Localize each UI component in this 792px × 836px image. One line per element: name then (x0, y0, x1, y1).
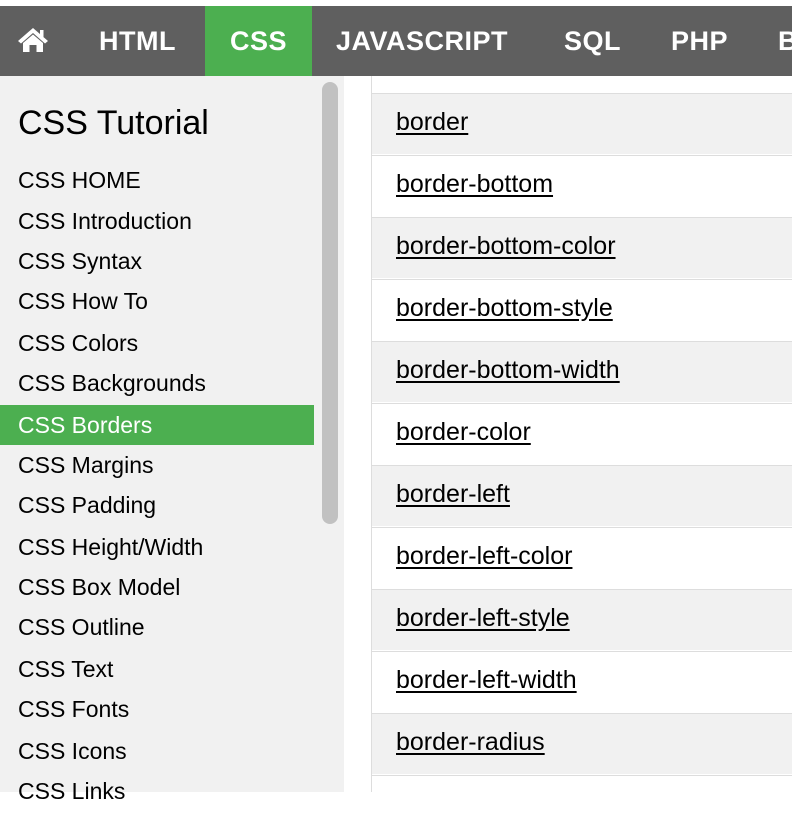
table-row: border-left (372, 465, 792, 526)
sidebar-item-css-borders[interactable]: CSS Borders (0, 405, 314, 445)
table-row: border-left-width (372, 651, 792, 712)
property-link-border-bottom-style[interactable]: border-bottom-style (396, 294, 613, 323)
sidebar-item-css-backgrounds[interactable]: CSS Backgrounds (0, 363, 314, 403)
sidebar-item-css-how-to[interactable]: CSS How To (0, 281, 314, 321)
nav-css[interactable]: CSS (205, 6, 312, 76)
property-link-border-bottom[interactable]: border-bottom (396, 170, 553, 199)
table-row: border-left-color (372, 527, 792, 588)
property-link-border[interactable]: border (396, 108, 468, 137)
table-row: border (372, 93, 792, 154)
nav-sql[interactable]: SQL (564, 6, 621, 76)
sidebar-item-css-syntax[interactable]: CSS Syntax (0, 241, 314, 281)
table-row: border-bottom-width (372, 341, 792, 402)
property-link-border-color[interactable]: border-color (396, 418, 531, 447)
table-row: border-bottom-color (372, 217, 792, 278)
sidebar-item-css-colors[interactable]: CSS Colors (0, 323, 314, 363)
property-link-border-left[interactable]: border-left (396, 480, 510, 509)
home-icon (18, 28, 48, 52)
table-row: border-left-style (372, 589, 792, 650)
property-link-border-bottom-color[interactable]: border-bottom-color (396, 232, 616, 261)
sidebar-item-css-introduction[interactable]: CSS Introduction (0, 201, 314, 241)
table-row: border-color (372, 403, 792, 464)
sidebar-item-css-padding[interactable]: CSS Padding (0, 485, 314, 525)
nav-php[interactable]: PHP (671, 6, 728, 76)
table-row: border-bottom-style (372, 279, 792, 340)
property-link-border-radius[interactable]: border-radius (396, 728, 545, 757)
sidebar-item-css-links[interactable]: CSS Links (0, 771, 314, 811)
content-gutter (344, 76, 371, 792)
sidebar-item-css-icons[interactable]: CSS Icons (0, 731, 314, 771)
top-navigation-bar: HTML CSS JAVASCRIPT SQL PHP B (0, 6, 792, 76)
nav-javascript[interactable]: JAVASCRIPT (336, 6, 508, 76)
sidebar-item-css-outline[interactable]: CSS Outline (0, 607, 314, 647)
property-link-border-left-style[interactable]: border-left-style (396, 604, 570, 633)
nav-html[interactable]: HTML (99, 6, 176, 76)
nav-partial-item[interactable]: B (778, 6, 792, 76)
sidebar-item-css-box-model[interactable]: CSS Box Model (0, 567, 314, 607)
sidebar-item-css-margins[interactable]: CSS Margins (0, 445, 314, 485)
table-row (372, 775, 792, 836)
sidebar-item-css-text[interactable]: CSS Text (0, 649, 314, 689)
table-row: border-bottom (372, 155, 792, 216)
sidebar-item-css-fonts[interactable]: CSS Fonts (0, 689, 314, 729)
property-link-border-bottom-width[interactable]: border-bottom-width (396, 356, 620, 385)
sidebar-scrollbar-thumb[interactable] (322, 82, 338, 524)
sidebar-item-css-home[interactable]: CSS HOME (0, 160, 314, 200)
property-link-border-left-color[interactable]: border-left-color (396, 542, 572, 571)
sidebar-title: CSS Tutorial (18, 104, 209, 142)
property-link-border-left-width[interactable]: border-left-width (396, 666, 577, 695)
nav-home-button[interactable] (0, 6, 66, 76)
table-row: border-radius (372, 713, 792, 774)
sidebar-item-css-height-width[interactable]: CSS Height/Width (0, 527, 314, 567)
